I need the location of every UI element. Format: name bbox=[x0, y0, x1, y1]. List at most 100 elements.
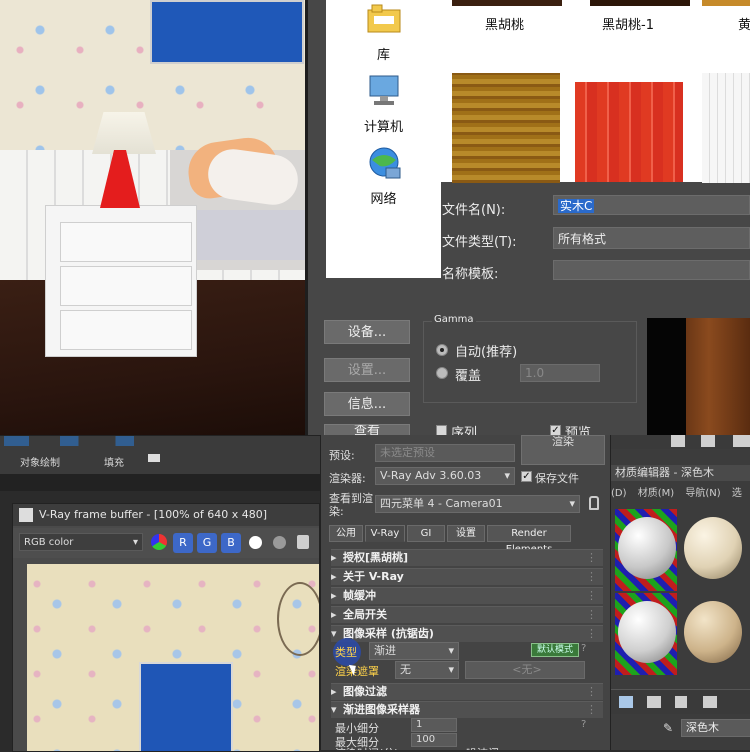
toolbar-icons[interactable] bbox=[4, 436, 314, 446]
place-library[interactable]: 库 bbox=[326, 2, 441, 63]
file-name-input[interactable]: 实木C bbox=[553, 195, 750, 215]
min-subdiv-value: 1 bbox=[416, 719, 423, 730]
preset-label: 预设: bbox=[329, 449, 355, 462]
file-type-select[interactable]: 所有格式 bbox=[553, 227, 750, 249]
place-network[interactable]: 网络 bbox=[326, 146, 441, 207]
vray-frame-buffer: V-Ray frame buffer - [100% of 640 x 480]… bbox=[12, 503, 320, 752]
place-computer[interactable]: 计算机 bbox=[326, 74, 441, 135]
default-mode-button[interactable]: 默认模式 bbox=[531, 643, 579, 657]
fill-label[interactable]: 填充 bbox=[104, 454, 124, 469]
override-radio[interactable] bbox=[436, 367, 448, 379]
material-editor-toolbar bbox=[611, 435, 750, 449]
max-subdiv-spinner[interactable]: 100 bbox=[411, 733, 457, 747]
material-slot[interactable] bbox=[681, 509, 750, 591]
tab-gi[interactable]: GI bbox=[407, 525, 445, 542]
dropdown-icon[interactable] bbox=[148, 454, 160, 462]
thumbnail[interactable] bbox=[702, 73, 750, 183]
material-editor-menu: (D) 材质(M) 导航(N) 选 bbox=[611, 487, 750, 501]
material-name-field[interactable]: 深色木 bbox=[681, 719, 750, 737]
tab-vray[interactable]: V-Ray bbox=[365, 525, 405, 542]
settings-button[interactable]: 设置... bbox=[324, 358, 410, 382]
rollout-title: 授权[黑胡桃] bbox=[343, 551, 409, 564]
thumbnail-label: 黑胡桃-1 bbox=[602, 18, 654, 33]
menu-item[interactable]: 材质(M) bbox=[638, 488, 674, 499]
menu-item[interactable]: (D) bbox=[611, 488, 627, 499]
render-button[interactable]: 渲染 bbox=[521, 435, 605, 465]
drawer bbox=[60, 310, 192, 350]
assign-material-icon[interactable] bbox=[647, 696, 661, 708]
material-slot[interactable] bbox=[615, 593, 677, 675]
auto-radio[interactable] bbox=[436, 344, 448, 356]
noise-threshold-label: 噪波阈 bbox=[466, 745, 499, 750]
object-paint-label[interactable]: 对象绘制 bbox=[20, 454, 60, 469]
tool-icon[interactable] bbox=[701, 435, 715, 447]
thumbnail[interactable] bbox=[452, 73, 560, 183]
material-editor-bottom-toolbar bbox=[611, 689, 750, 714]
setup-button[interactable]: 设备... bbox=[324, 320, 410, 344]
material-slot[interactable] bbox=[615, 509, 677, 591]
save-icon[interactable] bbox=[297, 535, 309, 549]
blue-channel-button[interactable]: B bbox=[221, 533, 241, 553]
rollout-image-sampler[interactable]: ▾ 图像采样 (抗锯齿) ⋮ bbox=[331, 625, 603, 642]
material-editor-title[interactable]: 材质编辑器 - 深色木 bbox=[611, 465, 750, 481]
tab-render-elements[interactable]: Render Elements bbox=[487, 525, 571, 555]
render-time-label: 渲染时间(分) bbox=[335, 745, 399, 750]
thumbnail[interactable] bbox=[575, 82, 683, 182]
info-button[interactable]: 信息... bbox=[324, 392, 410, 416]
thumbnail-label: 黑胡桃 bbox=[485, 18, 525, 33]
view-to-render-value: 四元菜单 4 - Camera01 bbox=[380, 497, 503, 510]
rollout-about[interactable]: ▸ 关于 V-Ray ⋮ bbox=[331, 568, 603, 585]
thumbnail-label: 黄 bbox=[738, 18, 750, 33]
mask-object-picker[interactable]: <无> bbox=[465, 661, 585, 679]
color-corrections-icon[interactable] bbox=[151, 534, 167, 550]
min-subdiv-spinner[interactable]: 1 bbox=[411, 718, 457, 732]
rollout-title: 全局开关 bbox=[343, 608, 387, 621]
override-label: 覆盖 bbox=[455, 369, 482, 384]
copy-icon[interactable] bbox=[703, 696, 717, 708]
menu-item[interactable]: 导航(N) bbox=[685, 488, 720, 499]
chevron-down-icon: ▾ bbox=[448, 644, 454, 657]
name-template-label: 名称模板: bbox=[442, 267, 499, 282]
drawer bbox=[60, 266, 192, 306]
chevron-down-icon: ▾ bbox=[448, 663, 454, 676]
rollout-progressive-sampler[interactable]: ▾ 渐进图像采样器 ⋮ bbox=[331, 701, 603, 718]
save-file-checkbox[interactable]: ✓ bbox=[521, 471, 532, 482]
tab-settings[interactable]: 设置 bbox=[447, 525, 485, 542]
name-template-input[interactable] bbox=[553, 260, 750, 280]
green-channel-button[interactable]: G bbox=[197, 533, 217, 553]
render-button-label: 渲染 bbox=[552, 435, 574, 448]
help-icon[interactable]: ? bbox=[581, 643, 586, 654]
rollout-frame-buffer[interactable]: ▸ 帧缓冲 ⋮ bbox=[331, 587, 603, 604]
thumbnail[interactable] bbox=[590, 0, 690, 6]
view-to-render-select[interactable]: 四元菜单 4 - Camera01 ▾ bbox=[375, 495, 580, 513]
get-material-icon[interactable] bbox=[619, 696, 633, 708]
help-icon[interactable]: ? bbox=[581, 719, 586, 730]
sampler-type-select[interactable]: 渐进 ▾ bbox=[369, 642, 459, 660]
channel-select[interactable]: RGB color ▾ bbox=[19, 533, 143, 551]
override-spinner[interactable]: 1.0 bbox=[520, 364, 600, 382]
rollout-global-switches[interactable]: ▸ 全局开关 ⋮ bbox=[331, 606, 603, 623]
menu-item[interactable]: 选 bbox=[732, 488, 742, 499]
render-mask-select[interactable]: 无 ▾ bbox=[395, 661, 459, 679]
tool-icon[interactable] bbox=[733, 435, 750, 447]
vfb-titlebar[interactable]: V-Ray frame buffer - [100% of 640 x 480] bbox=[13, 504, 319, 526]
rollout-license[interactable]: ▸ 授权[黑胡桃] ⋮ bbox=[331, 549, 603, 566]
viewport[interactable] bbox=[0, 0, 305, 435]
material-sphere bbox=[618, 517, 676, 579]
rollout-image-filter[interactable]: ▸ 图像过滤 ⋮ bbox=[331, 683, 603, 700]
red-channel-button[interactable]: R bbox=[173, 533, 193, 553]
mono-icon[interactable] bbox=[273, 536, 286, 549]
renderer-select[interactable]: V-Ray Adv 3.60.03 ▾ bbox=[375, 467, 515, 485]
mask-object-value: <无> bbox=[512, 663, 542, 676]
delete-icon[interactable] bbox=[675, 696, 687, 708]
thumbnail[interactable] bbox=[452, 0, 562, 6]
alpha-icon[interactable] bbox=[249, 536, 262, 549]
thumbnail[interactable] bbox=[702, 0, 750, 6]
material-slot[interactable] bbox=[681, 593, 750, 675]
eyedropper-icon[interactable]: ✎ bbox=[663, 721, 677, 735]
tool-icon[interactable] bbox=[671, 435, 685, 447]
preview-image bbox=[647, 318, 750, 436]
preset-select[interactable]: 未选定预设 bbox=[375, 444, 515, 462]
tab-common[interactable]: 公用 bbox=[329, 525, 363, 542]
lock-icon[interactable] bbox=[589, 496, 599, 510]
